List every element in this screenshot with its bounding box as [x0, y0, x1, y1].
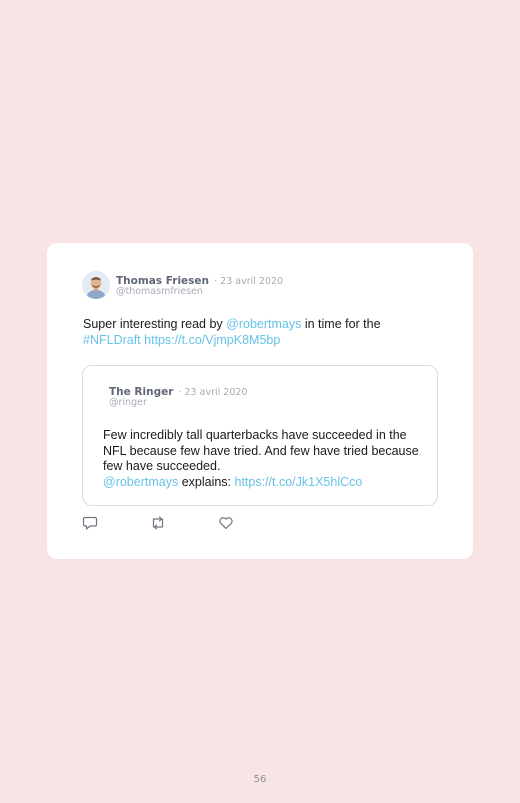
author-handle[interactable]: @thomasmfriesen: [116, 286, 203, 298]
retweet-icon[interactable]: [150, 516, 166, 530]
mention-link[interactable]: @robertmays: [226, 317, 301, 331]
tweet-text: Super interesting read by @robertmays in…: [83, 317, 443, 348]
page-number: 56: [253, 774, 267, 785]
quoted-text-part: Few incredibly tall quarterbacks have su…: [103, 428, 419, 473]
quoted-tweet-date[interactable]: · 23 avril 2020: [178, 387, 247, 398]
quoted-mention-link[interactable]: @robertmays: [103, 475, 178, 489]
url-link[interactable]: https://t.co/VjmpK8M5bp: [144, 333, 280, 347]
reply-icon[interactable]: [82, 516, 98, 530]
quoted-tweet[interactable]: The Ringer · 23 avril 2020 @ringer Few i…: [82, 365, 438, 506]
quoted-url-link[interactable]: https://t.co/Jk1X5hlCco: [235, 475, 363, 489]
like-icon[interactable]: [218, 516, 234, 530]
quoted-text-part: explains:: [178, 474, 235, 489]
quoted-author-handle[interactable]: @ringer: [109, 397, 147, 409]
tweet-text-part: in time for the: [301, 317, 381, 331]
tweet-card: Thomas Friesen · 23 avril 2020 @thomasmf…: [47, 243, 473, 559]
tweet-text-part: Super interesting read by: [83, 317, 227, 331]
avatar[interactable]: [82, 271, 110, 299]
quoted-tweet-text: Few incredibly tall quarterbacks have su…: [103, 428, 423, 490]
tweet-date[interactable]: · 23 avril 2020: [214, 276, 283, 287]
hashtag-link[interactable]: #NFLDraft: [83, 333, 141, 347]
